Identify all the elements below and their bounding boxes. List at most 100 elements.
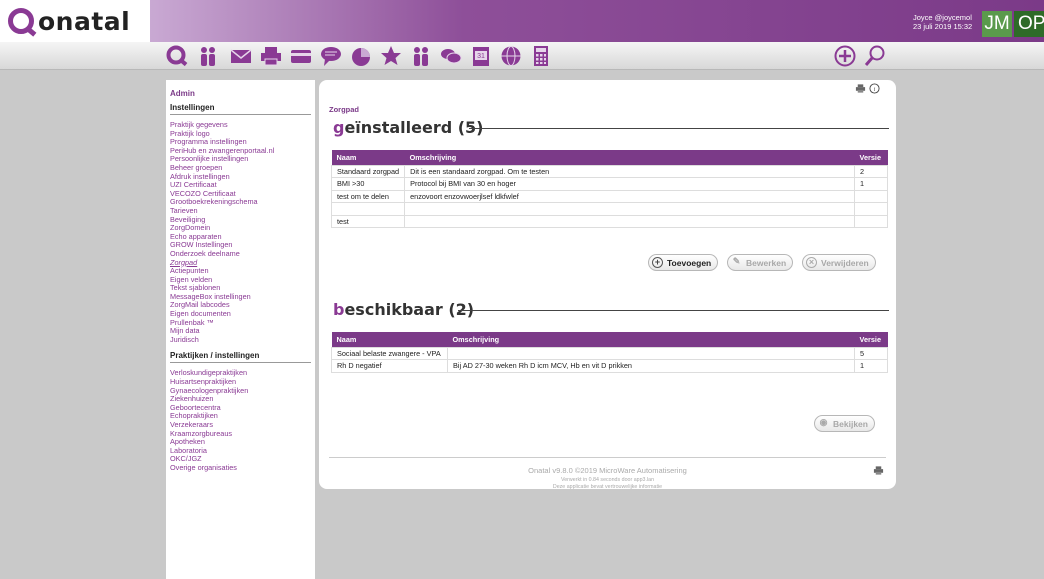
table-row[interactable]: Rh D negatief Bij AD 27-30 weken Rh D icm…: [331, 359, 888, 373]
mail-icon[interactable]: [228, 44, 254, 68]
table-row[interactable]: test om te delen enzovoort enzovwoerjlsef…: [330, 189, 888, 203]
installed-section-title: g eïnstalleerd (5): [333, 118, 890, 137]
table-cell: [330, 202, 406, 216]
sidebar-item[interactable]: Overige organisaties: [170, 463, 311, 473]
table-header-row: Naam Omschrijving Versie: [331, 150, 888, 165]
sidebar-section-settings-title: Instellingen: [170, 103, 311, 115]
clients-icon[interactable]: [195, 44, 221, 68]
table-cell: [447, 346, 855, 360]
search-icon[interactable]: [862, 44, 888, 68]
col-omschrijving[interactable]: Omschrijving: [447, 332, 855, 347]
col-naam[interactable]: Naam: [331, 332, 448, 347]
star-icon[interactable]: [378, 44, 404, 68]
pie-chart-icon[interactable]: [348, 44, 374, 68]
table-cell: BMI >30: [330, 177, 406, 191]
installed-table: Naam Omschrijving Versie Standaard zorgp…: [330, 150, 888, 228]
col-versie[interactable]: Versie: [854, 150, 888, 165]
sidebar-settings-list: Praktijk gegevens Praktijk logo Programma …: [170, 120, 311, 345]
installed-title-rule: [469, 128, 889, 129]
installed-title-initial: g: [333, 118, 345, 137]
table-cell: [854, 214, 888, 228]
table-row[interactable]: BMI >30 Protocol bij BMI van 30 en hoger 1: [330, 177, 888, 191]
table-header-row: Naam Omschrijving Versie: [331, 332, 888, 347]
available-title-initial: b: [333, 300, 345, 319]
table-cell: [854, 202, 888, 216]
footer-divider: [329, 457, 886, 458]
top-bar-banner: [150, 0, 1044, 42]
table-row[interactable]: Sociaal belaste zwangere - VPA 5: [331, 346, 888, 360]
table-cell: test om te delen: [330, 189, 406, 203]
admin-sidebar: Admin Instellingen Praktijk gegevens Prak…: [166, 80, 315, 579]
col-naam[interactable]: Naam: [331, 150, 405, 165]
logo-text: onatal: [38, 6, 131, 36]
print-icon[interactable]: [258, 44, 284, 68]
table-cell: Dit is een standaard zorgpad. Om te test…: [404, 164, 855, 178]
avatar[interactable]: JM: [982, 11, 1012, 37]
footer-copyright: Onatal v9.8.0 ©2019 MicroWare Automatise…: [528, 466, 687, 475]
table-cell: [404, 214, 855, 228]
user-info: Joyce @joycemol 23 juli 2019 15:32: [913, 13, 972, 31]
table-cell: Protocol bij BMI van 30 en hoger: [404, 177, 855, 191]
table-cell: test: [330, 214, 406, 228]
plus-icon: +: [652, 257, 663, 268]
add-button[interactable]: + Toevoegen: [648, 254, 719, 271]
add-button-label: Toevoegen: [667, 257, 712, 268]
footer-processed: Verwerkt in 0.84 seconds door app3.lan: [560, 477, 655, 483]
globe-icon[interactable]: [498, 44, 524, 68]
info-icon[interactable]: i: [869, 83, 880, 94]
user-name: Joyce @joycemol: [913, 13, 972, 22]
table-row[interactable]: Standaard zorgpad Dit is een standaard zo…: [330, 164, 888, 178]
available-table: Naam Omschrijving Versie Sociaal belaste…: [331, 332, 888, 373]
chat-icon[interactable]: [318, 44, 344, 68]
logo-q-icon: [8, 8, 34, 34]
col-versie[interactable]: Versie: [854, 332, 888, 347]
sidebar-admin-title[interactable]: Admin: [170, 89, 311, 98]
messages-icon[interactable]: [438, 44, 464, 68]
table-cell: 1: [854, 359, 888, 373]
edit-button-label: Bewerken: [746, 257, 787, 268]
col-omschrijving[interactable]: Omschrijving: [404, 150, 855, 165]
table-cell: enzovoort enzovwoerjlsef ldkfwlef: [404, 189, 855, 203]
card-icon[interactable]: [288, 44, 314, 68]
available-title-text: eschikbaar (2): [344, 300, 475, 319]
sidebar-section-practices-title: Praktijken / instellingen: [170, 351, 311, 364]
sidebar-item[interactable]: Juridisch: [170, 335, 311, 345]
sidebar-practices-list: Verloskundigepraktijken Huisartsenpraktij…: [170, 369, 311, 472]
delete-button[interactable]: × Verwijderen: [802, 254, 876, 271]
table-cell: Rh D negatief: [331, 359, 448, 373]
table-row[interactable]: [330, 202, 888, 216]
table-cell: 2: [854, 164, 888, 178]
footer-print-icon[interactable]: [873, 465, 884, 476]
footer-confidential: Deze applicatie bevat vertrouwelijke inf…: [552, 484, 663, 490]
table-row[interactable]: test: [330, 214, 888, 228]
view-button[interactable]: ◉ Bekijken: [814, 415, 875, 432]
table-cell: Standaard zorgpad: [330, 164, 406, 178]
table-cell: Sociaal belaste zwangere - VPA: [331, 346, 448, 360]
table-cell: Bij AD 27-30 weken Rh D icm MCV, Hb en v…: [447, 359, 855, 373]
main-panel: i Zorgpad g eïnstalleerd (5) Naam Omschri…: [319, 80, 896, 490]
eye-icon: ◉: [819, 417, 828, 427]
edit-button[interactable]: ✎ Bewerken: [727, 254, 794, 271]
svg-text:i: i: [874, 87, 876, 93]
add-icon[interactable]: [832, 44, 858, 68]
table-cell: [854, 189, 888, 203]
print-icon[interactable]: [855, 83, 866, 94]
available-section-title: b eschikbaar (2): [333, 300, 890, 319]
users-icon[interactable]: [408, 44, 434, 68]
view-button-label: Bekijken: [833, 418, 868, 429]
main-toolbar: 31: [0, 42, 1044, 70]
installed-title-text: eïnstalleerd (5): [344, 118, 484, 137]
panel-tools: i: [855, 83, 880, 94]
table-cell: [404, 202, 855, 216]
calculator-icon[interactable]: [528, 44, 554, 68]
table-cell: 5: [854, 346, 888, 360]
breadcrumb: Zorgpad: [329, 105, 359, 114]
delete-icon: ×: [806, 257, 817, 268]
app-logo[interactable]: onatal: [8, 5, 130, 37]
avatar-secondary[interactable]: OP: [1014, 11, 1044, 37]
calendar-icon[interactable]: 31: [468, 44, 494, 68]
delete-button-label: Verwijderen: [821, 257, 869, 268]
pencil-icon: ✎: [732, 256, 741, 266]
available-title-rule: [458, 310, 889, 311]
home-q-icon[interactable]: [164, 44, 190, 68]
